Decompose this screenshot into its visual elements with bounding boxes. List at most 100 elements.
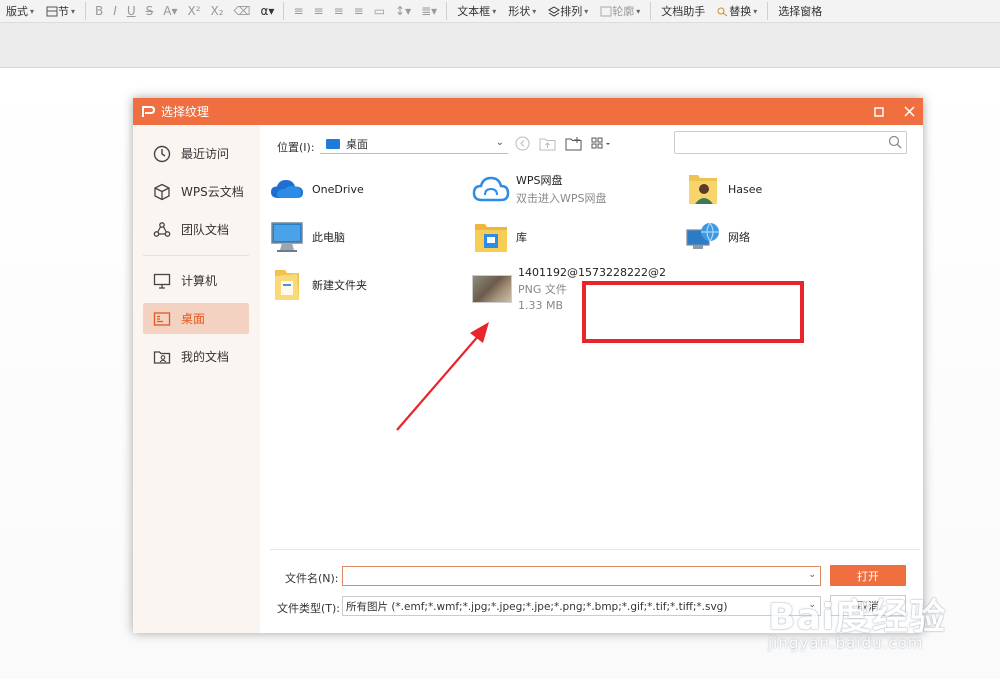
dialog-main: 位置(I): 桌面 ⌄ OneDrive WPS网盘 双击进入WPS网盘 Has…: [260, 125, 923, 633]
open-button[interactable]: 打开: [830, 565, 906, 586]
select-texture-dialog: 选择纹理 最近访问 WPS云文档 团队文档 计算机 桌面 我的文档 位置(I):…: [133, 98, 923, 633]
sidebar-item-wps-cloud[interactable]: WPS云文档: [143, 176, 249, 207]
line-spacing-icon[interactable]: ↕▾: [390, 4, 416, 18]
maximize-button[interactable]: [865, 98, 893, 125]
file-item-library[interactable]: 库: [472, 218, 527, 256]
search-box: [674, 131, 907, 154]
align-center-icon[interactable]: ≡: [309, 4, 329, 18]
sidebar-item-desktop[interactable]: 桌面: [143, 303, 249, 334]
paragraph-icon[interactable]: ≣▾: [416, 4, 442, 18]
filetype-value: 所有图片 (*.emf;*.wmf;*.jpg;*.jpeg;*.jpe;*.p…: [346, 600, 728, 613]
justify-icon[interactable]: ≡: [349, 4, 369, 18]
layout-menu[interactable]: 版式 ▾: [0, 0, 40, 22]
divider: [446, 2, 448, 20]
monitor-icon: [153, 273, 171, 289]
desktop-icon: [326, 139, 340, 149]
up-folder-icon[interactable]: [539, 136, 556, 151]
onedrive-icon: [268, 170, 306, 208]
team-icon: [153, 221, 171, 237]
user-folder-icon: [153, 350, 171, 364]
eraser-icon[interactable]: ⌫: [229, 4, 256, 18]
chevron-down-icon: ▾: [71, 6, 76, 16]
chevron-down-icon: ▾: [584, 6, 589, 16]
shape-menu[interactable]: 形状 ▾: [502, 0, 542, 22]
wps-logo-icon: [142, 105, 155, 117]
selection-pane-button[interactable]: 选择窗格: [772, 0, 828, 22]
chevron-down-icon: ▾: [532, 6, 537, 16]
textbox-menu[interactable]: 文本框 ▾: [451, 0, 502, 22]
location-dropdown[interactable]: 桌面 ⌄: [320, 135, 508, 154]
nav-icons: [515, 136, 622, 151]
filename-label: 文件名(N):: [285, 572, 339, 585]
location-value: 桌面: [346, 138, 368, 151]
highlight-box: [582, 281, 804, 343]
search-icon[interactable]: [888, 135, 902, 149]
dialog-title-bar: 选择纹理: [133, 98, 923, 125]
dialog-sidebar: 最近访问 WPS云文档 团队文档 计算机 桌面 我的文档: [133, 125, 260, 633]
chevron-down-icon: ▾: [30, 6, 35, 16]
filetype-select[interactable]: 所有图片 (*.emf;*.wmf;*.jpg;*.jpeg;*.jpe;*.p…: [342, 596, 821, 616]
footer-divider: [270, 549, 920, 550]
underline-icon[interactable]: U: [122, 4, 141, 18]
doc-assistant-button[interactable]: 文档助手: [655, 0, 711, 22]
back-icon[interactable]: [515, 136, 530, 151]
library-icon: [472, 218, 510, 256]
font-color-icon[interactable]: A▾: [158, 4, 182, 18]
align-right-icon[interactable]: ≡: [329, 4, 349, 18]
sidebar-item-computer[interactable]: 计算机: [143, 265, 249, 296]
strikethrough-icon[interactable]: S: [141, 4, 159, 18]
file-item-hasee[interactable]: Hasee: [684, 170, 762, 208]
chevron-down-icon[interactable]: ⌄: [808, 570, 816, 580]
search-input[interactable]: [675, 132, 887, 151]
superscript-icon[interactable]: X²: [182, 4, 205, 18]
sidebar-divider: [143, 255, 249, 256]
location-label: 位置(I):: [277, 141, 315, 154]
top-toolbar: 版式 ▾ 节 ▾ B I U S A▾ X² X₂ ⌫ α▾ ≡ ≡ ≡ ≡ ▭ ↕…: [0, 0, 1000, 23]
char-border-icon[interactable]: α▾: [256, 4, 280, 18]
chevron-down-icon: ⌄: [495, 137, 504, 148]
dialog-title: 选择纹理: [161, 105, 210, 119]
file-item-this-pc[interactable]: 此电脑: [268, 218, 345, 256]
image-thumbnail: [472, 270, 512, 308]
ribbon-area: [0, 23, 1000, 68]
baidu-watermark: Bai度经验 jingyan.baidu.com: [760, 588, 1000, 679]
filename-input[interactable]: [343, 567, 806, 585]
file-item-onedrive[interactable]: OneDrive: [268, 170, 364, 208]
watermark-main: Bai度经验: [768, 597, 947, 638]
user-folder-icon: [684, 170, 722, 208]
view-grid-icon[interactable]: [591, 136, 613, 151]
file-item-new-folder[interactable]: 新建文件夹: [268, 266, 367, 304]
cube-icon: [154, 183, 170, 200]
file-item-network[interactable]: 网络: [684, 218, 750, 256]
chevron-down-icon: ▾: [753, 6, 758, 16]
outline-menu[interactable]: 轮廓 ▾: [594, 0, 646, 22]
bold-icon[interactable]: B: [90, 4, 108, 18]
close-button[interactable]: [895, 98, 923, 125]
divider: [650, 2, 652, 20]
folder-icon: [268, 266, 306, 304]
outline-icon: [600, 6, 612, 16]
watermark-sub: jingyan.baidu.com: [768, 634, 924, 652]
arrange-menu[interactable]: 排列 ▾: [542, 0, 594, 22]
italic-icon[interactable]: I: [108, 4, 122, 18]
subscript-icon[interactable]: X₂: [206, 4, 229, 18]
align-left-icon[interactable]: ≡: [288, 4, 308, 18]
replace-icon: [717, 7, 728, 16]
network-icon: [684, 218, 722, 256]
file-item-wps-cloud[interactable]: WPS网盘 双击进入WPS网盘: [472, 170, 607, 208]
maximize-icon: [874, 106, 884, 117]
replace-menu[interactable]: 替换 ▾: [711, 0, 763, 22]
distribute-icon[interactable]: ▭: [369, 4, 390, 18]
filetype-label: 文件类型(T):: [277, 602, 341, 615]
chevron-down-icon: ▾: [636, 6, 641, 16]
clock-icon: [153, 145, 171, 162]
chevron-down-icon: ▾: [492, 6, 497, 16]
sidebar-item-team[interactable]: 团队文档: [143, 214, 249, 245]
new-folder-icon[interactable]: [565, 136, 582, 151]
close-icon: [903, 106, 915, 117]
sidebar-item-my-documents[interactable]: 我的文档: [143, 341, 249, 372]
sidebar-item-recent[interactable]: 最近访问: [143, 138, 249, 169]
filename-field: ⌄: [342, 566, 821, 586]
section-menu[interactable]: 节 ▾: [40, 0, 81, 22]
computer-icon: [268, 218, 306, 256]
